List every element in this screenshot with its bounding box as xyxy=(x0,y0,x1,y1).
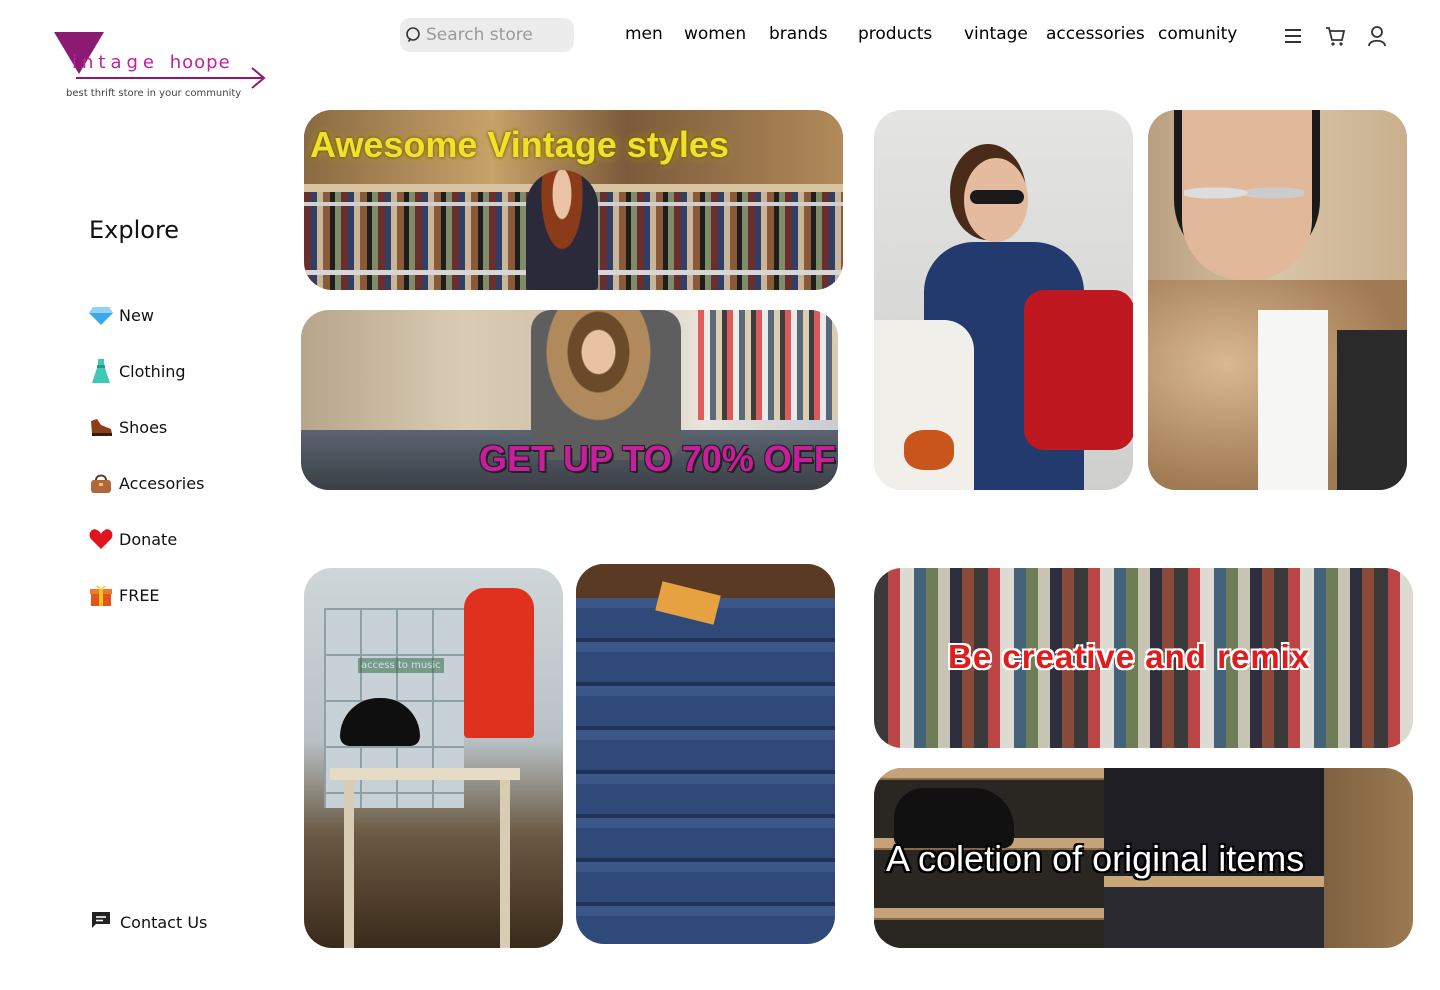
table-leg xyxy=(500,780,510,948)
window-sign: access to music xyxy=(358,658,444,673)
contact-us-label: Contact Us xyxy=(120,912,208,932)
logo-wordmark: intage hoope xyxy=(72,52,231,73)
cart-icon[interactable] xyxy=(1323,24,1347,48)
chat-icon xyxy=(90,910,112,934)
user-icon[interactable] xyxy=(1365,24,1389,48)
nav-item-vintage[interactable]: vintage xyxy=(964,24,1028,44)
handbag-icon xyxy=(89,471,113,495)
nav-item-men[interactable]: men xyxy=(625,24,663,44)
red-garment xyxy=(1024,290,1133,450)
red-mannequin-dress xyxy=(464,588,534,738)
sidebar-item-new[interactable]: New xyxy=(89,303,154,327)
sidebar-item-label: Clothing xyxy=(119,361,186,381)
sidebar-item-shoes[interactable]: Shoes xyxy=(89,415,167,439)
logo-wordmark-part1: intage xyxy=(72,52,159,73)
nav-item-accessories[interactable]: accessories xyxy=(1046,24,1145,44)
sunglasses xyxy=(970,190,1024,204)
shoe-icon xyxy=(89,415,113,439)
sidebar-item-accesories[interactable]: Accesories xyxy=(89,471,204,495)
banner-caption: GET UP TO 70% OFF xyxy=(479,438,836,479)
jeans-stack-photo[interactable] xyxy=(576,564,835,944)
sidebar-title: Explore xyxy=(89,216,180,244)
nav-item-brands[interactable]: brands xyxy=(769,24,828,44)
banner-caption: Awesome Vintage styles xyxy=(310,124,729,165)
shop-window-photo[interactable]: access to music xyxy=(304,568,563,948)
sidebar-item-label: Accesories xyxy=(119,473,205,493)
logo-tagline: best thrift store in your community xyxy=(66,88,242,99)
man-sunglasses-photo[interactable] xyxy=(1148,110,1407,490)
contact-us-link[interactable]: Contact Us xyxy=(90,910,207,934)
gem-icon xyxy=(89,303,113,327)
sidebar-item-label: Shoes xyxy=(119,417,168,437)
white-shirt xyxy=(1258,310,1328,490)
sidebar-item-donate[interactable]: Donate xyxy=(89,527,177,551)
banner-caption: Be creative and remix xyxy=(948,638,1311,675)
discount-banner[interactable]: GET UP TO 70% OFF xyxy=(301,310,838,490)
shopper-figure xyxy=(526,170,598,290)
original-items-banner[interactable]: A coletion of original items xyxy=(874,768,1413,948)
banner-caption: A coletion of original items xyxy=(886,838,1305,879)
orange-fur xyxy=(904,430,954,470)
logo-wordmark-part2: hoope xyxy=(169,52,231,73)
top-nav: men women brands products vintage access… xyxy=(0,24,1440,50)
nav-item-women[interactable]: women xyxy=(684,24,746,44)
sidebar-item-label: New xyxy=(119,305,154,325)
sidebar-item-label: FREE xyxy=(119,585,160,605)
clothes-rack xyxy=(698,310,838,420)
leather-jacket xyxy=(1337,330,1407,490)
remix-banner[interactable]: Be creative and remix xyxy=(874,568,1413,748)
gift-icon xyxy=(89,583,113,607)
sidebar-item-clothing[interactable]: Clothing xyxy=(89,359,186,383)
woman-with-clothes-photo[interactable] xyxy=(874,110,1133,490)
menu-icon[interactable] xyxy=(1281,24,1305,48)
table-leg xyxy=(344,780,354,948)
dress-icon xyxy=(89,359,113,383)
vintage-styles-banner[interactable]: Awesome Vintage styles xyxy=(304,110,843,290)
sidebar-item-free[interactable]: FREE xyxy=(89,583,160,607)
heart-icon xyxy=(89,527,113,551)
sidebar-item-label: Donate xyxy=(119,529,178,549)
aviator-sunglasses xyxy=(1184,178,1304,208)
nav-item-products[interactable]: products xyxy=(858,24,932,44)
display-table xyxy=(330,768,520,780)
nav-item-comunity[interactable]: comunity xyxy=(1158,24,1237,44)
